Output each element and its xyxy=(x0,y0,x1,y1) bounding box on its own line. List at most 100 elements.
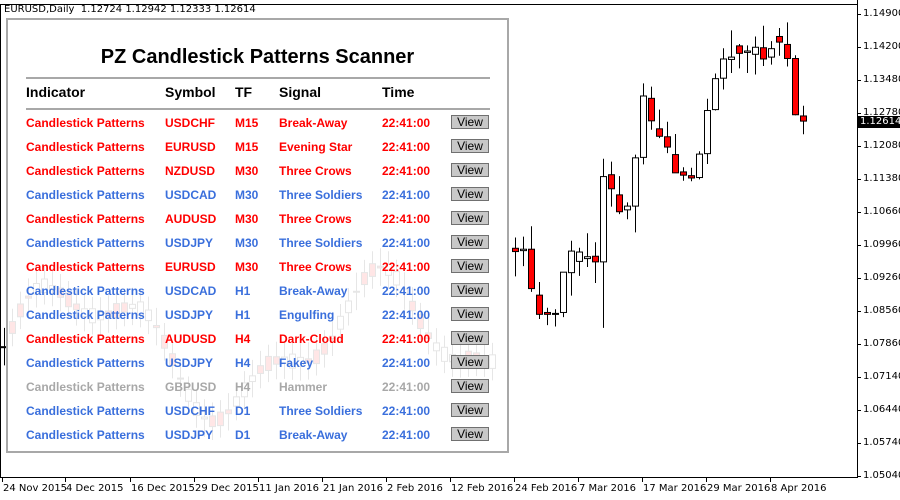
candle-body-bull xyxy=(712,78,719,111)
candle-body-bear xyxy=(736,45,743,54)
view-button[interactable]: View xyxy=(451,163,489,177)
scanner-panel: PZ Candlestick Patterns Scanner Indicato… xyxy=(6,18,509,453)
candle xyxy=(568,240,575,296)
row-indicator: Candlestick Patterns xyxy=(26,236,145,250)
row-indicator: Candlestick Patterns xyxy=(26,212,145,226)
row-indicator: Candlestick Patterns xyxy=(26,164,145,178)
candle-body-bull xyxy=(768,48,775,58)
view-button[interactable]: View xyxy=(451,307,489,321)
candle xyxy=(760,25,767,67)
view-button[interactable]: View xyxy=(451,139,489,153)
candle-body-bear xyxy=(800,115,807,122)
view-button[interactable]: View xyxy=(451,211,489,225)
view-button[interactable]: View xyxy=(451,403,489,417)
candle-body-bear xyxy=(688,175,695,179)
row-symbol: USDJPY xyxy=(165,428,214,442)
price-tick-label: 1.05740 xyxy=(863,437,900,448)
row-signal: Three Crows xyxy=(279,260,352,274)
row-tf: M30 xyxy=(235,164,259,178)
row-signal: Break-Away xyxy=(279,284,348,298)
candle-body-bear xyxy=(616,194,623,213)
row-time: 22:41:00 xyxy=(382,308,431,322)
date-tick-label: 29 Mar 2016 xyxy=(707,483,771,494)
candle xyxy=(768,41,775,65)
row-time: 22:41:00 xyxy=(382,428,431,442)
price-tick-label: 1.09960 xyxy=(863,239,900,250)
row-signal: Fakey xyxy=(279,356,314,370)
candle xyxy=(608,161,615,207)
price-tick-label: 1.08560 xyxy=(863,305,900,316)
candle xyxy=(720,48,727,90)
row-indicator: Candlestick Patterns xyxy=(26,404,145,418)
candle xyxy=(584,233,591,268)
row-symbol: AUDUSD xyxy=(165,332,217,346)
table-row: Candlestick Patterns USDJPY D1 Break-Away 22… xyxy=(8,427,507,451)
header-tf: TF xyxy=(235,84,253,100)
candle xyxy=(624,202,631,220)
candle-body-bull xyxy=(552,312,559,315)
price-tick-label: 1.14200 xyxy=(863,41,900,52)
row-signal: Dark-Cloud xyxy=(279,332,344,346)
row-time: 22:41:00 xyxy=(382,116,431,130)
row-tf: M15 xyxy=(235,140,259,154)
row-indicator: Candlestick Patterns xyxy=(26,188,145,202)
header-time: Time xyxy=(382,84,415,100)
date-tick-label: 21 Jan 2016 xyxy=(323,483,383,494)
row-symbol: EURUSD xyxy=(165,140,216,154)
view-button[interactable]: View xyxy=(451,427,489,441)
table-row: Candlestick Patterns GBPUSD H4 Hammer 22:41:… xyxy=(8,379,507,403)
row-time: 22:41:00 xyxy=(382,284,431,298)
view-button[interactable]: View xyxy=(451,115,489,129)
price-tick-label: 1.07860 xyxy=(863,338,900,349)
row-indicator: Candlestick Patterns xyxy=(26,116,145,130)
view-button[interactable]: View xyxy=(451,331,489,345)
row-indicator: Candlestick Patterns xyxy=(26,308,145,322)
header-symbol: Symbol xyxy=(165,84,216,100)
candle-body-bear xyxy=(656,128,663,137)
table-row: Candlestick Patterns USDCAD H1 Break-Away 22… xyxy=(8,283,507,307)
row-indicator: Candlestick Patterns xyxy=(26,284,145,298)
row-tf: M30 xyxy=(235,260,259,274)
candle-body-bull xyxy=(600,176,607,263)
header-divider xyxy=(26,108,490,110)
candle-body-bull xyxy=(560,271,567,313)
candle xyxy=(616,176,623,215)
row-tf: D1 xyxy=(235,404,251,418)
date-tick-label: 29 Dec 2015 xyxy=(195,483,259,494)
row-symbol: USDJPY xyxy=(165,308,214,322)
table-row: Candlestick Patterns USDJPY M30 Three Soldi… xyxy=(8,235,507,259)
candle xyxy=(696,151,703,180)
table-row: Candlestick Patterns AUDUSD M30 Three Crows… xyxy=(8,211,507,235)
price-tick-label: 1.10660 xyxy=(863,206,900,217)
view-button[interactable]: View xyxy=(451,187,489,201)
row-symbol: USDJPY xyxy=(165,356,214,370)
candle xyxy=(528,226,535,292)
view-button[interactable]: View xyxy=(451,283,489,297)
candle xyxy=(600,158,607,328)
candle xyxy=(712,73,719,111)
candle-body-bull xyxy=(744,50,751,53)
candle xyxy=(784,22,791,67)
view-button[interactable]: View xyxy=(451,259,489,273)
row-tf: H4 xyxy=(235,332,251,346)
row-tf: H1 xyxy=(235,284,251,298)
table-row: Candlestick Patterns NZDUSD M30 Three Crows… xyxy=(8,163,507,187)
candle xyxy=(664,121,671,154)
view-button[interactable]: View xyxy=(451,379,489,393)
candle xyxy=(640,83,647,165)
view-button[interactable]: View xyxy=(451,235,489,249)
date-tick-label: 4 Dec 2015 xyxy=(66,483,124,494)
candle-body-bear xyxy=(592,255,599,263)
row-symbol: USDCAD xyxy=(165,284,217,298)
row-time: 22:41:00 xyxy=(382,164,431,178)
candle xyxy=(592,242,599,283)
view-button[interactable]: View xyxy=(451,355,489,369)
candle-body-bear xyxy=(776,35,783,43)
row-signal: Hammer xyxy=(279,380,328,394)
date-tick-label: 7 Mar 2016 xyxy=(579,483,637,494)
candle-body-bear xyxy=(672,154,679,174)
row-indicator: Candlestick Patterns xyxy=(26,380,145,394)
candle-body-bear xyxy=(784,43,791,60)
table-row: Candlestick Patterns EURUSD M30 Three Crows… xyxy=(8,259,507,283)
row-indicator: Candlestick Patterns xyxy=(26,140,145,154)
